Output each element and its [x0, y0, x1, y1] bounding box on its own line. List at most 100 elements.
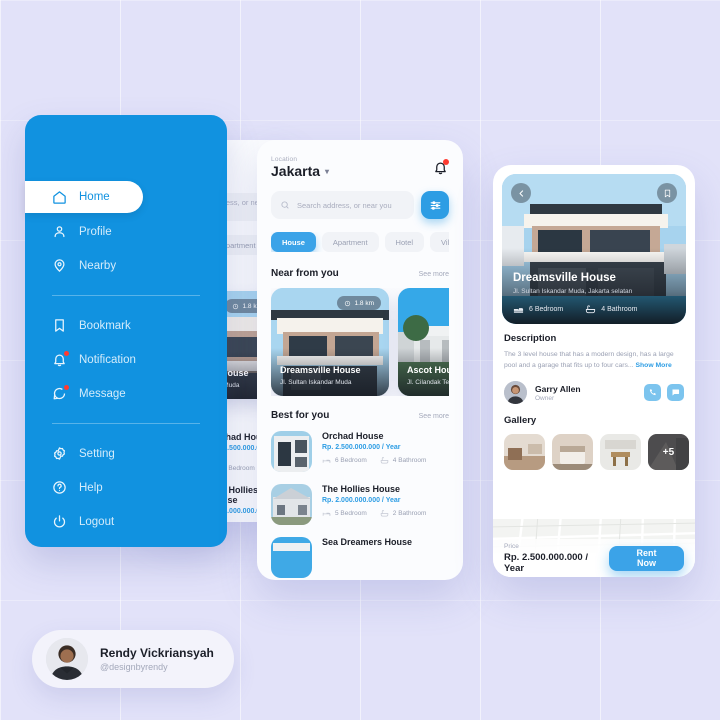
bookmark-button[interactable]: [657, 183, 677, 203]
chip-villa[interactable]: Villa: [430, 232, 449, 252]
detail-bedroom: 6 Bedroom: [513, 304, 563, 315]
sidebar-item-message[interactable]: Message: [25, 378, 227, 409]
phone-screen-detail: Dreamsville House Jl. Sultan Iskandar Mu…: [493, 165, 695, 577]
sidebar-divider-1: [52, 295, 200, 296]
bath-icon: [380, 510, 389, 517]
near-card-address: Jl. Cilandak Tengah: [407, 379, 449, 386]
sidebar-item-notification[interactable]: Notification: [25, 344, 227, 375]
avatar: [46, 638, 88, 680]
sidebar-item-logout[interactable]: Logout: [25, 506, 227, 537]
chat-icon: [672, 389, 680, 396]
list-item[interactable]: Orchad House Rp. 2.500.000.000 / Year 6 …: [271, 431, 449, 472]
owner-row: Garry Allen Owner: [504, 381, 684, 405]
sidebar-item-label: Home: [79, 191, 110, 203]
listing-price: Rp. 2.500.000.000 / Year: [322, 444, 401, 451]
rent-now-button[interactable]: Rent Now: [609, 545, 684, 571]
chevron-left-icon: [519, 189, 523, 197]
phone-screen-home: Location Jakarta ▾ Search address, or ne…: [257, 140, 463, 580]
listing-price: Rp. 2.000.000.000 / Year: [322, 497, 401, 504]
designer-handle: @designbyrendy: [100, 662, 168, 672]
sidebar-nav: Home Profile Nearby Bookmark Notificatio…: [25, 181, 227, 540]
listing-thumbnail: [271, 431, 312, 472]
chat-icon: [52, 385, 69, 401]
gallery-more-count: +5: [648, 434, 689, 471]
listing-bathroom: 2 Bathroom: [380, 509, 426, 518]
bookmark-icon: [664, 189, 670, 197]
chip-apartment[interactable]: Apartment: [321, 232, 379, 252]
bed-icon: [322, 512, 331, 516]
section-title-best: Best for you: [271, 410, 330, 421]
gallery-thumb[interactable]: [552, 434, 593, 471]
detail-bathroom: 4 Bathroom: [585, 304, 637, 315]
filter-button[interactable]: [421, 191, 449, 219]
chip-house[interactable]: House: [271, 232, 316, 252]
show-more-link[interactable]: Show More: [636, 362, 672, 369]
owner-role: Owner: [535, 394, 555, 402]
list-item[interactable]: Sea Dreamers House: [271, 537, 449, 578]
sidebar-item-label: Setting: [79, 447, 115, 460]
sidebar-item-bookmark[interactable]: Bookmark: [25, 310, 227, 341]
listing-bathroom: 4 Bathroom: [380, 456, 426, 465]
gallery-thumb[interactable]: [600, 434, 641, 471]
sidebar-item-help[interactable]: Help: [25, 472, 227, 503]
home-icon: [52, 190, 67, 205]
filter-icon: [430, 200, 440, 210]
distance-badge: 1.8 km: [337, 296, 381, 310]
bed-icon: [513, 308, 524, 313]
gallery-row: +5: [504, 434, 689, 471]
sidebar-item-label: Nearby: [79, 259, 117, 272]
near-card[interactable]: 1.8 km Dreamsville House Jl. Sultan Iska…: [271, 288, 389, 396]
sidebar-panel: Home Profile Nearby Bookmark Notificatio…: [25, 115, 227, 547]
near-card-title: Dreamsville House: [280, 365, 361, 375]
listing-bedroom: 6 Bedroom: [322, 456, 367, 465]
avatar: [504, 381, 527, 405]
user-icon: [52, 224, 67, 239]
see-more-best[interactable]: See more: [419, 413, 449, 420]
description-heading: Description: [504, 333, 557, 344]
designer-profile-card: Rendy Vickriansyah @designbyrendy: [32, 630, 234, 688]
near-card[interactable]: Ascot House Jl. Cilandak Tengah: [398, 288, 449, 396]
clock-icon: [345, 300, 351, 306]
bookmark-icon: [52, 318, 67, 333]
listing-name: Orchad House: [322, 431, 384, 441]
chevron-down-icon: ▾: [325, 166, 330, 176]
list-item[interactable]: The Hollies House Rp. 2.000.000.000 / Ye…: [271, 484, 449, 525]
location-label: Location: [271, 156, 298, 163]
back-button[interactable]: [511, 183, 531, 203]
message-button[interactable]: [667, 384, 684, 402]
sidebar-item-setting[interactable]: Setting: [25, 438, 227, 469]
near-card-address: Jl. Sultan Iskandar Muda: [280, 379, 352, 386]
hero-image: Dreamsville House Jl. Sultan Iskandar Mu…: [502, 174, 686, 324]
sidebar-item-nearby[interactable]: Nearby: [25, 250, 227, 281]
question-circle-icon: [52, 480, 67, 495]
detail-title: Dreamsville House: [513, 272, 616, 284]
chip-hotel[interactable]: Hotel: [384, 232, 425, 252]
bed-icon: [322, 459, 331, 463]
notification-button[interactable]: [433, 159, 449, 176]
gallery-thumb[interactable]: [504, 434, 545, 471]
near-card-title: Ascot House: [407, 365, 449, 375]
see-more-near[interactable]: See more: [419, 271, 449, 278]
call-button[interactable]: [644, 384, 661, 402]
search-input[interactable]: Search address, or near you: [271, 191, 414, 219]
gallery-heading: Gallery: [504, 415, 537, 427]
sidebar-item-home[interactable]: Home: [25, 181, 143, 213]
sidebar-item-label: Notification: [79, 353, 136, 366]
detail-address: Jl. Sultan Iskandar Muda, Jakarta selata…: [513, 288, 633, 295]
power-icon: [52, 514, 67, 529]
sidebar-item-label: Profile: [79, 225, 112, 238]
designer-name: Rendy Vickriansyah: [100, 646, 214, 660]
listing-thumbnail: [271, 484, 312, 525]
sidebar-item-label: Bookmark: [79, 319, 131, 332]
location-pin-icon: [52, 258, 67, 273]
location-selector[interactable]: Jakarta ▾: [271, 163, 329, 179]
sidebar-item-label: Message: [79, 387, 126, 400]
search-placeholder: Search address, or near you: [297, 200, 392, 210]
listing-bedroom: 5 Bedroom: [322, 509, 367, 518]
sidebar-item-profile[interactable]: Profile: [25, 216, 227, 247]
description-text: The 3 level house that has a modern desi…: [504, 351, 674, 369]
sidebar-divider-2: [52, 423, 200, 424]
listing-name: The Hollies House: [322, 484, 401, 494]
gallery-thumb-more[interactable]: +5: [648, 434, 689, 471]
notification-badge-dot: [443, 159, 449, 165]
